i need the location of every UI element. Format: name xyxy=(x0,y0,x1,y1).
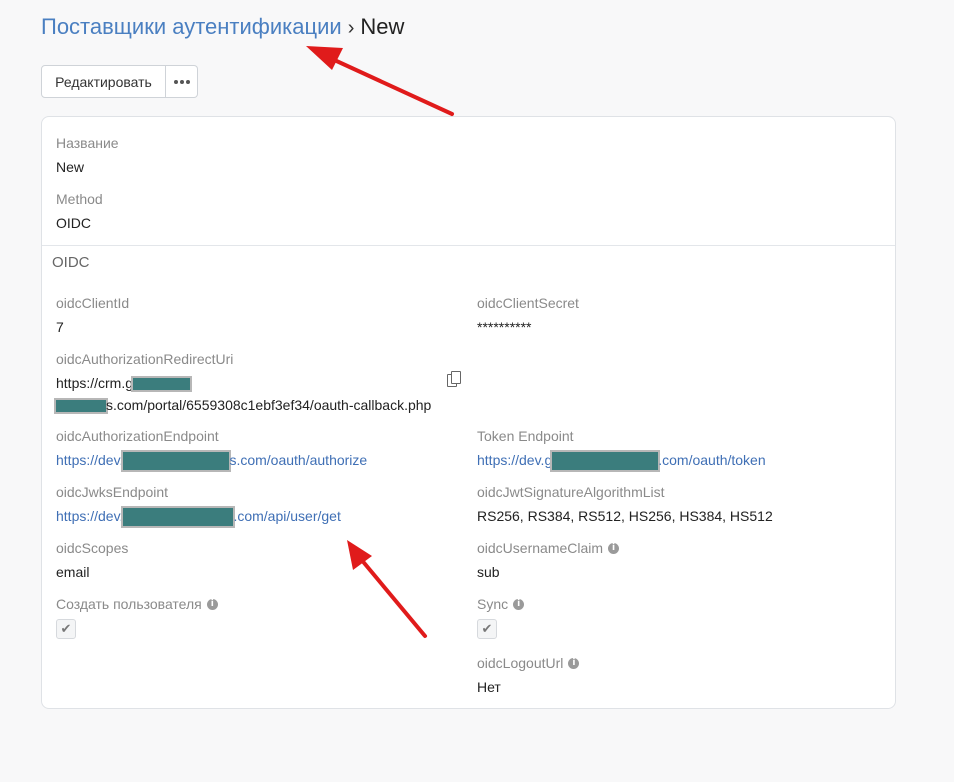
annotation-arrows xyxy=(306,46,454,638)
annotation-arrow-bottom xyxy=(347,540,427,638)
annotation-arrow-top xyxy=(306,46,454,116)
